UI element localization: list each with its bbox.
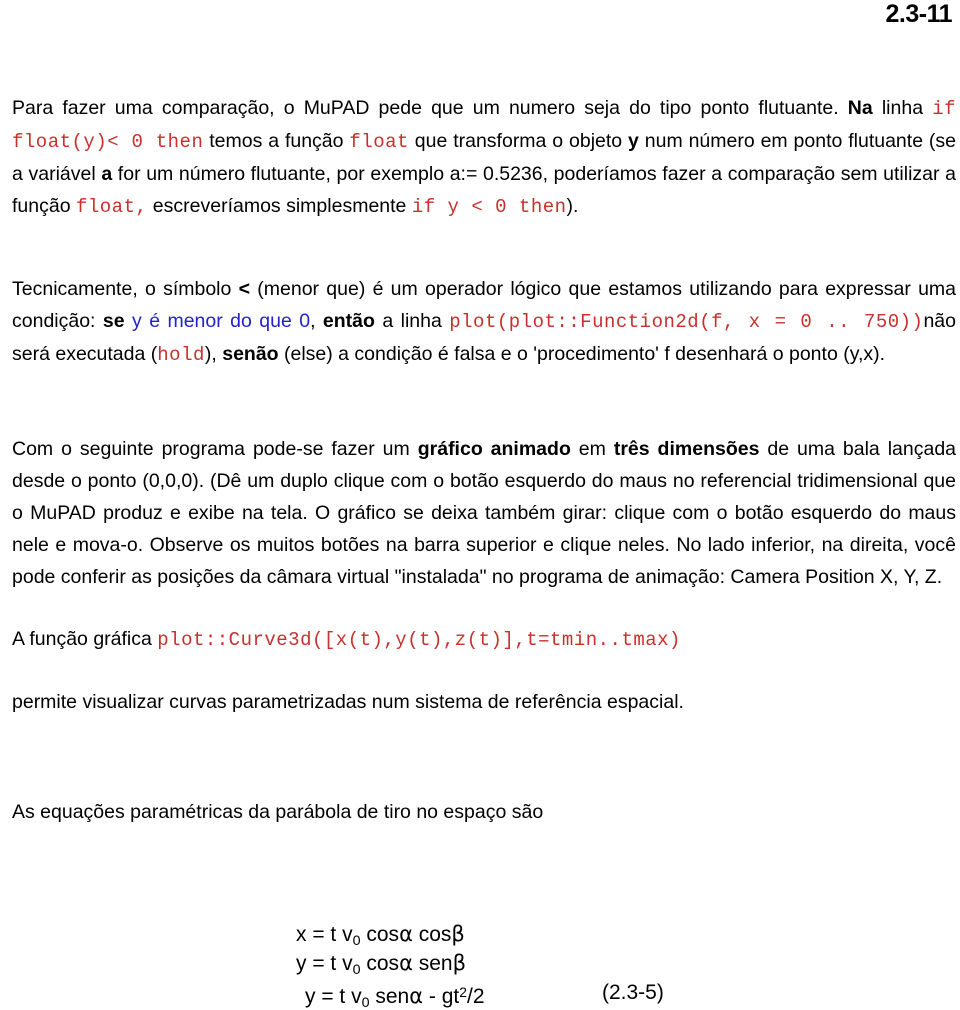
- paragraph-2: Tecnicamente, o símbolo < (menor que) é …: [12, 273, 956, 371]
- page-number: 2.3-11: [885, 0, 952, 28]
- eq1-rhs-2: cos: [412, 923, 452, 946]
- p1-text-1: Para fazer uma comparação, o MuPAD pede …: [12, 97, 848, 119]
- p2-bold-entao: então: [322, 310, 375, 332]
- paragraph-5: permite visualizar curvas parametrizadas…: [12, 686, 956, 718]
- document-body: Para fazer uma comparação, o MuPAD pede …: [12, 92, 956, 828]
- p2-bold-lt: <: [238, 278, 251, 300]
- p2-bold-senao: senão: [222, 343, 279, 365]
- p3-text-2: em: [570, 438, 614, 460]
- p6-text-1: As equações paramétricas da parábola de …: [12, 801, 544, 823]
- eq1-alpha-symbol: α: [399, 922, 413, 946]
- p1-bold-a: a: [101, 163, 113, 185]
- eq1-subscript: 0: [352, 932, 361, 949]
- p1-text-8: ).: [566, 195, 579, 217]
- p5-text-1: permite visualizar curvas parametrizadas…: [12, 691, 684, 713]
- eq2-beta-symbol: β: [452, 951, 467, 975]
- eq1-lhs: x = t v: [296, 923, 353, 946]
- eq3-alpha-symbol: α: [409, 983, 424, 1008]
- eq3-rhs-3: /2: [467, 984, 485, 1008]
- p4-code-curve3d: plot::Curve3d([x(t),y(t),z(t)],t=tmin..t…: [157, 629, 681, 651]
- equation-row-y2: y = t v0 senα - gt2/2 (2.3-5): [296, 978, 664, 1010]
- p1-code-float-comma: float,: [75, 196, 148, 218]
- eq3-rhs-2: - gt: [423, 984, 460, 1008]
- p3-text-3: de uma bala lançada desde o ponto (0,0,0…: [12, 438, 957, 588]
- p2-code-hold: hold: [157, 344, 205, 366]
- p2-bold-se: se: [102, 310, 125, 332]
- p2-text-4: a linha: [374, 310, 450, 332]
- eq2-subscript: 0: [352, 961, 361, 978]
- paragraph-4: A função gráfica plot::Curve3d([x(t),y(t…: [12, 623, 956, 656]
- eq2-alpha-symbol: α: [399, 951, 413, 975]
- p1-bold-y: y: [628, 130, 639, 152]
- eq1-rhs-1: cos: [360, 923, 400, 946]
- document-page: 2.3-11 Para fazer uma comparação, o MuPA…: [0, 0, 960, 1010]
- eq2-rhs-2: sen: [412, 952, 453, 975]
- p1-text-4: que transforma o objeto: [408, 130, 629, 152]
- eq3-superscript: 2: [459, 984, 467, 1000]
- paragraph-6: As equações paramétricas da parábola de …: [12, 796, 956, 828]
- eq3-rhs-1: sen: [369, 984, 410, 1008]
- eq1-beta-symbol: β: [451, 922, 465, 946]
- eq2-lhs: y = t v: [296, 952, 353, 975]
- p3-bold-tres-dimensoes: três dimensões: [613, 438, 760, 460]
- eq2-rhs-1: cos: [360, 952, 400, 975]
- equation-block: x = t v0 cosα cosβ y = t v0 cosα senβ y …: [296, 920, 664, 1010]
- p2-text-1: Tecnicamente, o símbolo: [12, 278, 239, 300]
- p1-text-3: temos a função: [203, 130, 350, 152]
- equation-row-y1: y = t v0 cosα senβ: [296, 949, 485, 978]
- p2-blue-condition: y é menor do que 0: [124, 310, 311, 332]
- p2-code-plot-function2d: plot(plot::Function2d(f, x = 0 .. 750)): [449, 311, 924, 333]
- eq3-subscript: 0: [361, 994, 370, 1010]
- equation-row-x: x = t v0 cosα cosβ: [296, 920, 485, 949]
- p1-text-2: linha: [872, 97, 933, 119]
- paragraph-1: Para fazer uma comparação, o MuPAD pede …: [12, 92, 956, 223]
- p1-code-float: float: [349, 131, 409, 153]
- p1-code-if-y: if y < 0 then: [411, 196, 567, 218]
- p1-text-7: escreveríamos simplesmente: [147, 195, 412, 217]
- p2-text-3: ,: [310, 310, 323, 332]
- p3-text-1: Com o seguinte programa pode-se fazer um: [12, 438, 418, 460]
- p2-text-7: (else) a condição é falsa e o 'procedime…: [278, 343, 886, 365]
- equation-tag: (2.3-5): [602, 981, 664, 1004]
- p4-text-1: A função gráfica: [12, 628, 158, 650]
- p1-bold-na: Na: [847, 97, 873, 119]
- eq3-lhs: y = t v: [305, 984, 362, 1008]
- paragraph-3: Com o seguinte programa pode-se fazer um…: [12, 433, 956, 593]
- p2-text-6: ),: [204, 343, 223, 365]
- p3-bold-grafico-animado: gráfico animado: [417, 438, 571, 460]
